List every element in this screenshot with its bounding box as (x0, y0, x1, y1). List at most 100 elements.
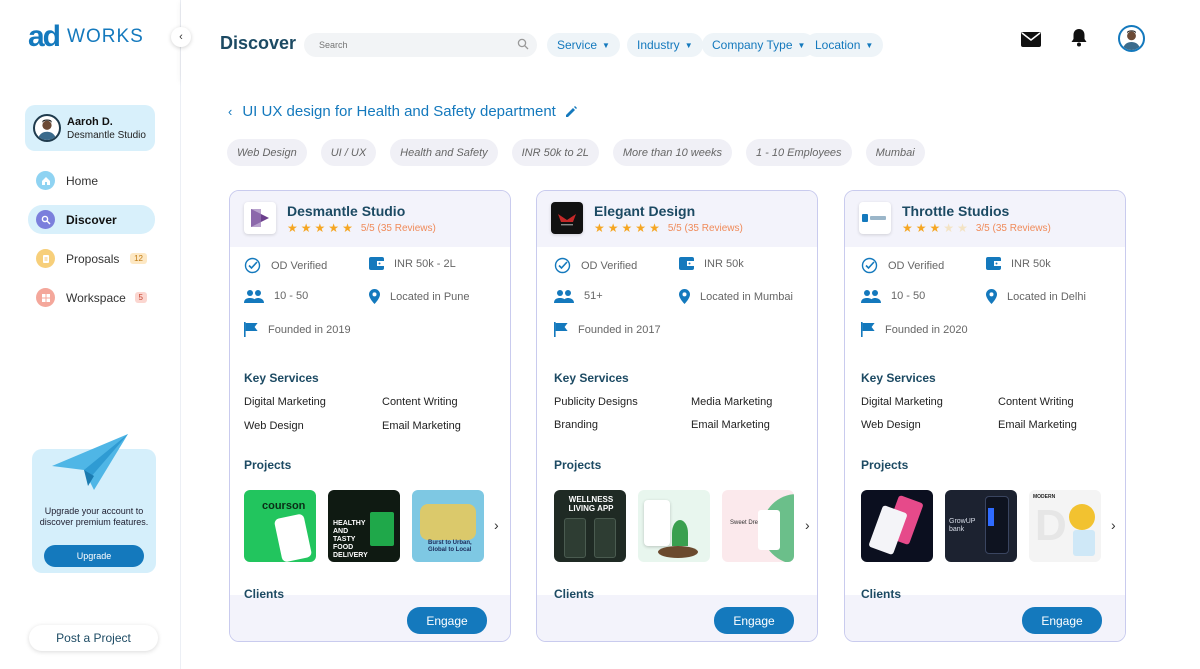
page-title: Discover (220, 33, 297, 53)
sidebar-item-label: Discover (66, 212, 117, 227)
verified-fact: OD Verified (244, 257, 327, 274)
phone-mockup (868, 504, 908, 556)
collapse-sidebar-button[interactable]: ‹ (171, 27, 191, 47)
rating: ★ ★ ★ ★ ★ 5/5 (35 Reviews) (287, 222, 436, 234)
filter-label: Industry (637, 38, 680, 52)
search-icon[interactable] (517, 38, 529, 50)
user-card[interactable]: Aaroh D. Desmantle Studio (25, 105, 155, 151)
mail-icon[interactable] (1021, 32, 1041, 47)
illustration-shape (1069, 504, 1095, 530)
tag[interactable]: More than 10 weeks (612, 139, 732, 166)
tag[interactable]: Mumbai (865, 139, 925, 166)
bell-icon[interactable] (1071, 28, 1087, 47)
chart-bar-shape (988, 508, 994, 526)
verified-fact: OD Verified (861, 257, 944, 274)
filter-industry[interactable]: Industry ▼ (627, 33, 703, 57)
sidebar-item-label: Proposals (66, 251, 120, 266)
clients-heading: Clients (554, 587, 595, 601)
card-header: Desmantle Studio ★ ★ ★ ★ ★ 5/5 (35 Reviews) (230, 191, 510, 247)
project-thumbnail[interactable]: HEALTHY AND TASTY FOOD DELIVERY (328, 490, 400, 562)
wallet-icon (986, 257, 1001, 270)
brand-logo[interactable]: ad WORKS (28, 22, 144, 52)
rating-text[interactable]: 3/5 (35 Reviews) (976, 223, 1051, 234)
service-item: Email Marketing (691, 419, 770, 431)
size-text: 51+ (584, 290, 603, 302)
founded-text: Founded in 2019 (268, 323, 351, 336)
project-thumbnail[interactable]: WELLNESS LIVING APP (554, 490, 626, 562)
service-item: Publicity Designs (554, 396, 638, 408)
post-project-button[interactable]: Post a Project (29, 625, 158, 651)
project-thumbnail[interactable] (638, 490, 710, 562)
sidebar-item-proposals[interactable]: Proposals 12 (28, 244, 155, 273)
phone-mockup (564, 518, 586, 558)
edit-pencil-icon[interactable] (564, 105, 578, 119)
rating-text[interactable]: 5/5 (35 Reviews) (668, 223, 743, 234)
project-thumbnail[interactable] (861, 490, 933, 562)
project-thumbnail[interactable]: Sweet Dreams (722, 490, 794, 562)
service-item: Web Design (244, 420, 304, 432)
proposals-badge: 12 (130, 253, 147, 264)
filter-location[interactable]: Location ▼ (805, 33, 884, 57)
star-empty-icon: ★ (943, 221, 955, 235)
project-tags: Web Design UI / UX Health and Safety INR… (227, 139, 925, 166)
agency-card-throttle: Throttle Studios ★ ★ ★ ★ ★ 3/5 (35 Reviews) … (844, 190, 1126, 642)
filter-service[interactable]: Service ▼ (547, 33, 620, 57)
tag[interactable]: 1 - 10 Employees (745, 139, 852, 166)
phone-mockup (644, 500, 670, 546)
tag[interactable]: Web Design (227, 139, 307, 166)
tag[interactable]: Health and Safety (390, 139, 498, 166)
agency-name[interactable]: Throttle Studios (902, 203, 1009, 219)
phone-mockup (1073, 530, 1095, 556)
project-thumbnail[interactable]: courson (244, 490, 316, 562)
plant-shape (672, 520, 688, 546)
agency-logo (244, 202, 276, 234)
project-thumbnail[interactable]: GrowUP bank (945, 490, 1017, 562)
chevron-down-icon: ▼ (602, 40, 610, 50)
sidebar-item-home[interactable]: Home (28, 166, 155, 195)
rating: ★ ★ ★ ★ ★ 5/5 (35 Reviews) (594, 222, 743, 234)
project-thumbnail[interactable]: Burst to Urban, Global to Local (412, 490, 484, 562)
verified-check-icon (244, 257, 261, 274)
engage-button[interactable]: Engage (1022, 607, 1102, 634)
budget-fact: INR 50k (679, 257, 744, 270)
chevron-right-icon[interactable]: › (494, 517, 499, 533)
upgrade-button[interactable]: Upgrade (44, 545, 144, 567)
agency-name[interactable]: Elegant Design (594, 203, 695, 219)
tag[interactable]: INR 50k to 2L (511, 139, 599, 166)
header-avatar[interactable] (1118, 25, 1145, 52)
search-icon (36, 210, 55, 229)
agency-card-desmantle: Desmantle Studio ★ ★ ★ ★ ★ 5/5 (35 Reviews) … (229, 190, 511, 642)
chevron-left-icon: ‹ (179, 31, 183, 43)
chevron-right-icon[interactable]: › (805, 517, 810, 533)
filter-company-type[interactable]: Company Type ▼ (702, 33, 816, 57)
sidebar-item-workspace[interactable]: Workspace 5 (28, 283, 155, 312)
project-title: UI UX design for Health and Safety depar… (242, 103, 556, 120)
budget-fact: INR 50k - 2L (369, 257, 456, 270)
service-item: Media Marketing (691, 396, 773, 408)
sidebar-nav: Home Discover Proposals 12 Workspace 5 (28, 166, 155, 322)
projects-heading: Projects (554, 458, 602, 472)
star-icon: ★ (902, 221, 913, 235)
wallet-icon (679, 257, 694, 270)
chevron-right-icon[interactable]: › (1111, 517, 1116, 533)
engage-button[interactable]: Engage (407, 607, 487, 634)
team-icon (554, 290, 574, 303)
sidebar-item-discover[interactable]: Discover (28, 205, 155, 234)
tag[interactable]: UI / UX (320, 139, 377, 166)
project-thumbnail[interactable]: MODERN D (1029, 490, 1101, 562)
back-chevron-icon[interactable]: ‹ (228, 104, 232, 119)
rating-text[interactable]: 5/5 (35 Reviews) (361, 223, 436, 234)
service-item: Digital Marketing (861, 396, 943, 408)
service-item: Email Marketing (998, 419, 1077, 431)
search-input[interactable] (304, 33, 537, 57)
size-fact: 10 - 50 (861, 289, 925, 303)
service-item: Branding (554, 419, 599, 431)
agency-name[interactable]: Desmantle Studio (287, 203, 405, 219)
engage-button[interactable]: Engage (714, 607, 794, 634)
projects-heading: Projects (244, 458, 292, 472)
filter-label: Company Type (712, 38, 793, 52)
location-fact: Located in Delhi (986, 289, 1086, 304)
agency-logo (859, 202, 891, 234)
star-icon: ★ (915, 221, 927, 235)
clients-heading: Clients (861, 587, 902, 601)
